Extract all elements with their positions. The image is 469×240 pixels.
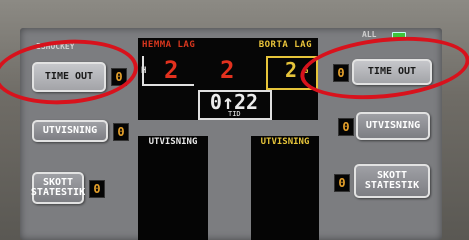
home-penalty-button[interactable]: UTVISNING [32, 120, 108, 142]
home-penalty-panel-title: UTVISNING [148, 137, 198, 147]
away-penalty-button[interactable]: UTVISNING [356, 112, 430, 140]
away-marker: G [303, 66, 309, 76]
away-penalty-count: 0 [338, 118, 354, 136]
away-shot-stats-line2: STATESTIK [364, 180, 420, 191]
home-shot-stats-button[interactable]: SKOTT STATESTIK [30, 172, 86, 204]
sport-label: ISHOCKEY [36, 42, 75, 51]
away-score[interactable]: 2 [285, 60, 297, 80]
home-penalty-count: 0 [113, 123, 129, 141]
time-label: TID [226, 110, 243, 118]
home-timeout-count: 0 [111, 68, 127, 86]
away-shot-stats-button[interactable]: SKOTT STATESTIK [354, 164, 430, 198]
scoreboard: HEMMA LAG BORTA LAG H 2 2 2 G 0↑22 TID [138, 38, 318, 120]
home-shot-stats-line2: STATESTIK [30, 187, 86, 198]
top-right-label: ALL [362, 30, 377, 39]
home-secondary-score[interactable]: 2 [220, 58, 234, 82]
home-team-label: HEMMA LAG [142, 40, 196, 50]
away-timeout-count: 0 [333, 64, 349, 82]
home-shot-stats-count: 0 [89, 180, 105, 198]
away-penalty-panel-title: UTVISNING [260, 137, 310, 147]
home-marker: H [141, 66, 147, 76]
home-timeout-button[interactable]: TIME OUT [32, 62, 106, 92]
battery-icon [392, 32, 406, 40]
home-penalty-panel: UTVISNING [138, 136, 208, 240]
away-penalty-panel: UTVISNING [251, 136, 319, 240]
away-shot-stats-count: 0 [334, 174, 350, 192]
touch-screen: ISHOCKEY HEMMA LAG BORTA LAG H 2 2 2 G 0… [20, 28, 442, 240]
home-score[interactable]: 2 [164, 58, 178, 82]
away-timeout-button[interactable]: TIME OUT [352, 59, 432, 85]
away-team-label: BORTA LAG [258, 40, 312, 50]
